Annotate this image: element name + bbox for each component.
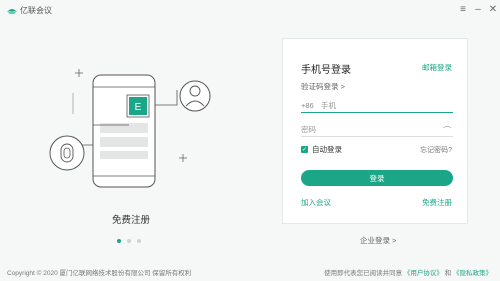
login-title: 手机号登录 [301,65,351,76]
signup-illustration: E [49,69,211,188]
carousel-dot[interactable] [137,239,141,243]
avatar-icon [179,80,211,112]
agreement-prefix: 使用即代表您已阅读并同意 [324,270,403,277]
close-icon: ✕ [488,4,498,15]
eye-hidden-icon[interactable]: ⌒ [443,125,451,136]
agreement-and: 和 [444,270,452,277]
enterprise-login-link[interactable]: 企业登录 > [360,235,396,246]
password-input[interactable]: 密码 [301,124,316,135]
minimize-button[interactable]: – [472,4,484,16]
menu-button[interactable]: ≡ [457,4,469,16]
user-agreement-link[interactable]: 《用户协议》 [404,270,443,277]
password-field[interactable]: 密码 ⌒ [301,123,453,137]
email-login-link[interactable]: 邮箱登录 [422,62,452,73]
svg-text:E: E [135,102,142,113]
title-bar: 亿联会议 ≡ – ✕ [0,0,500,22]
copyright-text: Copyright © 2020 厦门亿联网络技术股份有限公司 保留所有权利 [7,270,192,277]
app-icon: E [126,94,150,118]
carousel-dots [117,239,141,243]
promo-caption: 免费注册 [111,215,150,226]
join-meeting-link[interactable]: 加入会议 [301,197,331,208]
sms-login-link[interactable]: 验证码登录 > [301,81,345,92]
login-card: 手机号登录 邮箱登录 验证码登录 > +86 手机 密码 ⌒ ✓ 自动登录 忘记… [282,38,468,224]
app-logo-icon [7,9,17,14]
auto-login-checkbox[interactable]: ✓ 自动登录 [301,144,342,155]
close-button[interactable]: ✕ [487,4,499,16]
auto-login-label: 自动登录 [312,145,342,154]
agreement-text: 使用即代表您已阅读并同意 《用户协议》 和 《隐私政策》 [324,267,492,277]
forgot-password-link[interactable]: 忘记密码? [420,145,452,155]
app-title: 亿联会议 [20,6,52,15]
footer: Copyright © 2020 厦门亿联网络技术股份有限公司 保留所有权利 使… [0,264,500,278]
free-signup-link[interactable]: 免费注册 [422,197,452,208]
carousel-dot[interactable] [117,239,121,243]
menu-icon: ≡ [460,4,466,15]
minimize-icon: – [475,4,481,15]
carousel-dot[interactable] [127,239,131,243]
phone-field[interactable]: +86 手机 [301,99,453,113]
privacy-policy-link[interactable]: 《隐私政策》 [453,270,492,277]
phone-input[interactable]: 手机 [321,100,336,111]
login-button[interactable]: 登录 [301,170,453,186]
country-code-select[interactable]: +86 [301,101,321,110]
checkbox-checked-icon[interactable]: ✓ [301,146,308,153]
phone-icon [92,74,156,188]
fingerprint-icon [49,135,85,171]
